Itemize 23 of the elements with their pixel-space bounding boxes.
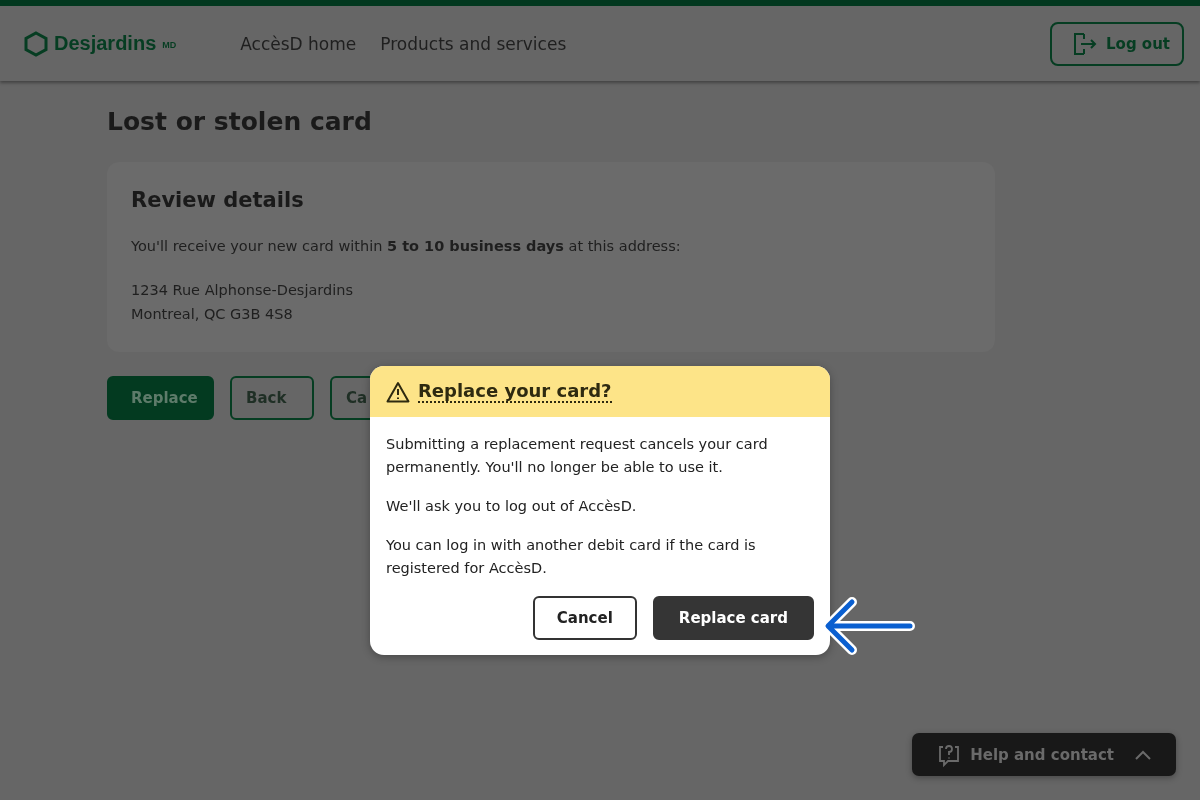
hexagon-logo-icon [24,30,48,57]
address-line: Montreal, QC G3B 4S8 [131,305,294,324]
confirm-button[interactable]: Replace card [652,596,814,640]
chevron-up-icon [1134,748,1152,761]
warning-icon [386,380,410,403]
nav-link[interactable]: AccèsD home [240,33,357,54]
exit-icon [1072,30,1098,57]
dialog-text: You can log in with another debit card if the card is registered for AccèsD. [386,536,757,578]
card-heading: Review details [131,188,305,212]
dialog-text: We'll ask you to log out of AccèsD. [386,497,638,516]
action-button[interactable]: Replace [107,376,214,420]
trademark-mark: MD [162,39,177,50]
dialog-text: Submitting a replacement request cancels your card permanently. You'll no longer be able to use it. [386,435,769,477]
action-button[interactable]: Back [230,376,314,420]
nav-link[interactable]: Products and services [380,33,567,54]
cancel-button[interactable]: Cancel [532,596,637,640]
help-button[interactable]: Help and contact [912,733,1176,776]
page-title: Lost or stolen card [107,107,373,136]
address-line: 1234 Rue Alphonse-Desjardins [131,281,354,300]
delivery-text: You'll receive your new card within 5 to 10 business days at this address: [131,238,682,254]
dialog-title: Replace your card? [418,380,612,403]
brand-logo[interactable]: Desjardins [54,32,157,55]
logout-button[interactable]: Log out [1050,21,1184,66]
